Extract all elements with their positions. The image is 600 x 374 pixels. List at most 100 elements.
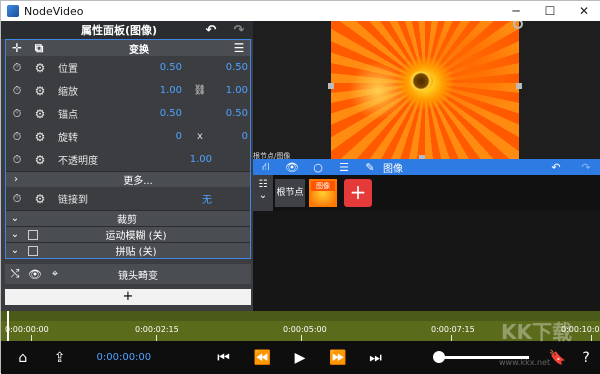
step-forward-icon[interactable]: ⏩ [319,350,357,366]
current-time: 0:00:00:00 [96,352,152,363]
chevron-down-icon[interactable]: ⌄ [253,190,273,201]
scale-x-value[interactable]: 1.00 [122,85,182,96]
gear-icon[interactable]: ⚙ [28,192,52,206]
motion-blur-section[interactable]: ⌄ 运动模糊 (关) [6,226,250,242]
step-back-icon[interactable]: ⏪ [243,350,281,366]
stopwatch-icon[interactable]: ⏱ [6,84,28,98]
properties-panel: 属性面板(图像) ↶ ↷ ✛ ⧉ 变换 ☰ ⏱ ⚙ 位置 0.50 0.50 ⏱… [1,21,253,311]
shuffle-icon[interactable]: ⤭ [5,267,25,281]
target-icon[interactable]: ⌖ [45,267,65,281]
tile-checkbox[interactable] [28,245,38,256]
position-row: ⏱ ⚙ 位置 0.50 0.50 [6,56,250,79]
help-icon[interactable]: ? [571,350,600,366]
panel-title: 属性面板(图像) [80,24,158,37]
time-label: 0:00:07:15 [431,325,475,334]
node-graph: ☷ ⌄ 根节点 图像 + [253,175,600,211]
menu-icon[interactable]: ☰ [228,41,250,55]
list-icon[interactable]: ☷ [253,179,273,190]
node-toolbar: ⛙ 👁 ○ ☰ ✎ 图像 ↶ ↷ [253,159,600,175]
hierarchy-icon[interactable]: ⛙ [253,160,279,175]
gear-icon[interactable]: ⚙ [28,153,52,167]
anchor-y-value[interactable]: 0.50 [218,108,248,119]
zoom-slider-knob[interactable] [433,351,445,363]
stopwatch-icon[interactable]: ⏱ [6,130,28,144]
rotation-turns-value[interactable]: 0 [122,131,182,142]
playhead[interactable] [7,311,9,341]
play-icon[interactable]: ▶ [281,350,319,366]
row-label: 旋转 [58,133,78,144]
rotation-degrees-value[interactable]: 0 [218,131,248,142]
maximize-icon[interactable]: ☐ [533,4,567,18]
image-node-label: 图像 [311,181,335,191]
panel-header: 属性面板(图像) ↶ ↷ [1,21,253,39]
gear-icon[interactable]: ⚙ [28,130,52,144]
link-value[interactable]: 无 [122,191,212,206]
gear-icon[interactable]: ⚙ [28,84,52,98]
anchor-row: ⏱ ⚙ 锚点 0.50 0.50 [6,102,250,125]
move-icon[interactable]: ✛ [6,41,28,55]
minimize-icon[interactable]: ─ [499,4,533,18]
resize-handle[interactable] [516,83,522,89]
undo-icon[interactable]: ↶ [541,161,571,174]
undo-icon[interactable]: ↶ [197,23,225,38]
rotation-row: ⏱ ⚙ 旋转 0 x 0 [6,125,250,148]
app-window: NodeVideo ─ ☐ ✕ 属性面板(图像) ↶ ↷ ✛ ⧉ 变换 ☰ ⏱ … [0,0,600,374]
circle-icon[interactable]: ○ [305,161,331,174]
prev-keyframe-icon[interactable]: ⏮ [204,350,244,366]
motion-blur-checkbox[interactable] [28,229,38,240]
flower-center [409,71,433,91]
redo-icon[interactable]: ↷ [571,161,600,174]
chevron-down-icon: ⌄ [10,213,20,224]
chevron-down-icon: ⌄ [10,245,20,256]
menu-icon[interactable]: ☰ [331,161,357,174]
time-label: 0:00:00:00 [5,325,49,334]
chevron-right-icon: › [14,174,18,185]
copy-icon[interactable]: ⧉ [28,41,50,56]
tile-section[interactable]: ⌄ 拼贴 (关) [6,242,250,258]
add-node-button[interactable]: + [344,179,372,207]
row-label: 不透明度 [58,156,98,167]
preview-canvas[interactable] [253,21,600,159]
gear-icon[interactable]: ⚙ [28,107,52,121]
watermark-url: www.kkx.net [499,358,551,367]
watermark-logo: KK下载 [501,320,572,344]
image-node[interactable]: 图像 [309,179,337,207]
position-y-value[interactable]: 0.50 [218,62,248,73]
anchor-x-value[interactable]: 0.50 [122,108,182,119]
time-label: 0:00:05:00 [283,325,327,334]
more-toggle[interactable]: › 更多... [6,171,250,187]
rotate-handle[interactable] [513,21,523,29]
position-x-value[interactable]: 0.50 [122,62,182,73]
gear-icon[interactable]: ⚙ [28,61,52,75]
scale-row: ⏱ ⚙ 缩放 1.00 ⛓ 1.00 [6,79,250,102]
row-label: 缩放 [58,87,78,98]
next-keyframe-icon[interactable]: ⏭ [357,350,395,366]
stopwatch-icon[interactable]: ⏱ [6,153,28,167]
flower-image [331,21,519,159]
eye-icon[interactable]: 👁 [279,161,305,174]
lens-distortion-row[interactable]: ⤭ 👁 ⌖ 镜头畸变 [5,264,251,284]
more-label: 更多... [123,176,153,187]
export-icon[interactable]: ⇪ [45,350,75,366]
stopwatch-icon[interactable]: ⏱ [6,61,28,75]
root-node[interactable]: 根节点 [275,179,305,207]
redo-icon[interactable]: ↷ [225,23,253,38]
home-icon[interactable]: ⌂ [1,350,45,366]
add-effect-button[interactable]: + [5,289,251,305]
transform-title: 变换 [129,44,149,56]
stopwatch-icon[interactable]: ⏱ [6,192,28,206]
resize-handle[interactable] [328,83,334,89]
pen-icon[interactable]: ✎ [357,161,383,174]
close-icon[interactable]: ✕ [567,4,600,18]
row-label: 链接到 [58,195,88,206]
crop-section[interactable]: ⌄ 裁剪 [6,210,250,226]
link-icon[interactable]: ⛓ [182,85,218,96]
opacity-value[interactable]: 1.00 [122,154,212,165]
eye-icon[interactable]: 👁 [25,268,45,281]
transform-header[interactable]: ✛ ⧉ 变换 ☰ [6,40,250,56]
stopwatch-icon[interactable]: ⏱ [6,107,28,121]
node-name: 图像 [383,163,403,175]
chevron-down-icon: ⌄ [10,229,20,240]
transform-section: ✛ ⧉ 变换 ☰ ⏱ ⚙ 位置 0.50 0.50 ⏱ ⚙ 缩放 1.00 ⛓ … [5,39,251,259]
scale-y-value[interactable]: 1.00 [218,85,248,96]
